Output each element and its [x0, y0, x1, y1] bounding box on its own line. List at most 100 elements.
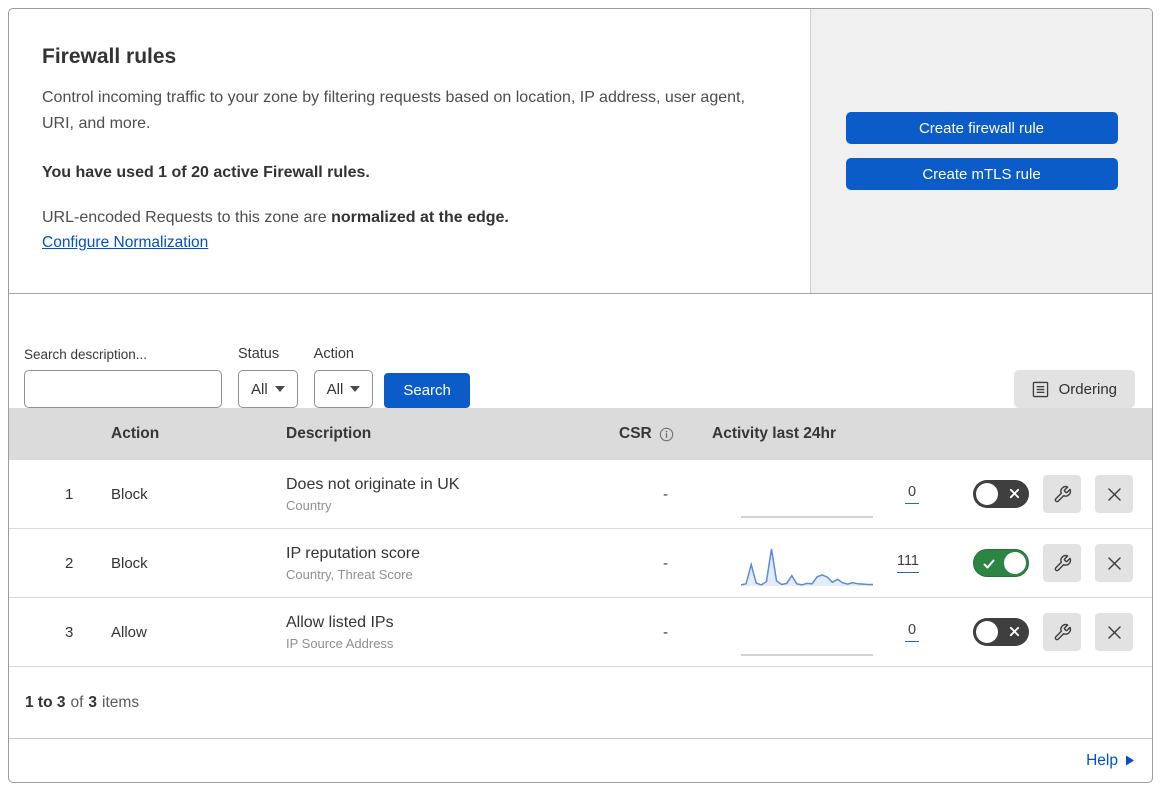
action-value: All — [326, 380, 344, 398]
rule-activity-cell: 0 — [704, 606, 929, 658]
rule-csr-value: - — [663, 554, 668, 572]
firewall-rules-card: Firewall rules Control incoming traffic … — [8, 8, 1153, 783]
chevron-down-icon — [350, 386, 361, 392]
activity-count-link[interactable]: 0 — [905, 484, 919, 504]
rule-toggle[interactable] — [973, 549, 1029, 577]
x-icon — [1009, 626, 1020, 637]
rule-activity-cell: 0 — [704, 468, 929, 520]
x-icon — [1107, 625, 1121, 639]
csr-header-label: CSR — [619, 425, 652, 442]
results-summary: 1 to 3 of 3 items — [9, 667, 1152, 739]
create-firewall-rule-button[interactable]: Create firewall rule — [845, 112, 1118, 144]
normalization-note: URL-encoded Requests to this zone are no… — [42, 209, 780, 227]
results-of: of — [70, 693, 84, 711]
configure-normalization-link[interactable]: Configure Normalization — [42, 234, 208, 252]
results-total: 3 — [88, 693, 98, 711]
delete-rule-button[interactable] — [1095, 475, 1133, 513]
filter-bar: Search description... Status All Action … — [9, 294, 1152, 408]
status-filter-group: Status All — [238, 346, 298, 408]
status-dropdown[interactable]: All — [238, 370, 298, 408]
wrench-icon — [1054, 554, 1071, 571]
table-row: 2 Block IP reputation score Country, Thr… — [9, 529, 1152, 598]
x-icon — [1107, 556, 1121, 570]
action-label: Action — [313, 346, 354, 362]
toggle-knob — [976, 483, 998, 505]
header-section: Firewall rules Control incoming traffic … — [9, 9, 1152, 294]
csr-column-header: CSR — [611, 425, 704, 443]
rule-match-fields: Country — [286, 497, 332, 513]
search-field[interactable] — [24, 370, 242, 408]
triangle-right-icon — [1126, 755, 1134, 766]
search-label: Search description... — [24, 347, 148, 362]
rule-description: IP reputation score — [286, 544, 421, 562]
rule-action: Block — [111, 485, 148, 503]
edit-rule-button[interactable] — [1043, 544, 1081, 582]
rule-match-fields: Country, Threat Score — [286, 566, 413, 582]
wrench-icon — [1054, 623, 1071, 640]
rule-description: Allow listed IPs — [286, 613, 394, 631]
rule-activity-cell: 111 — [704, 537, 929, 589]
delete-rule-button[interactable] — [1095, 544, 1133, 582]
help-label: Help — [1086, 751, 1118, 769]
table-header: Action Description CSR Activity last 24h… — [9, 408, 1152, 460]
rule-description-cell: IP reputation score Country, Threat Scor… — [286, 545, 611, 582]
normalization-bold: normalized at the edge. — [331, 209, 509, 226]
description-column-header: Description — [286, 425, 372, 442]
rule-match-fields: IP Source Address — [286, 635, 394, 651]
action-filter-group: Action All — [313, 346, 374, 408]
page-description: Control incoming traffic to your zone by… — [42, 89, 745, 132]
action-column-header: Action — [111, 425, 160, 442]
toggle-knob — [1004, 552, 1026, 574]
table-body: 1 Block Does not originate in UK Country… — [9, 460, 1152, 667]
rule-description-cell: Allow listed IPs IP Source Address — [286, 614, 611, 651]
activity-count-link[interactable]: 111 — [896, 553, 919, 573]
rule-controls — [929, 544, 1152, 582]
help-link[interactable]: Help — [1086, 752, 1134, 770]
normalization-prefix: URL-encoded Requests to this zone are — [42, 209, 332, 226]
info-icon[interactable] — [659, 427, 674, 442]
wrench-icon — [1054, 485, 1071, 502]
rule-controls — [929, 475, 1152, 513]
edit-rule-button[interactable] — [1043, 613, 1081, 651]
search-group: Search description... — [24, 347, 242, 408]
rule-priority: 3 — [65, 623, 74, 641]
rule-controls — [929, 613, 1152, 651]
activity-sparkline — [741, 654, 873, 656]
rule-description-cell: Does not originate in UK Country — [286, 476, 611, 513]
status-label: Status — [238, 346, 280, 362]
rule-priority: 2 — [65, 554, 74, 572]
x-icon — [1107, 487, 1121, 501]
activity-sparkline — [741, 516, 873, 518]
header-text-block: Firewall rules Control incoming traffic … — [9, 9, 810, 293]
rule-priority: 1 — [65, 485, 74, 503]
check-icon — [983, 559, 995, 569]
delete-rule-button[interactable] — [1095, 613, 1133, 651]
edit-rule-button[interactable] — [1043, 475, 1081, 513]
help-bar: Help — [9, 739, 1152, 782]
rule-description: Does not originate in UK — [286, 475, 460, 493]
table-row: 1 Block Does not originate in UK Country… — [9, 460, 1152, 529]
search-input[interactable] — [43, 380, 242, 398]
list-document-icon — [1032, 381, 1048, 397]
rule-csr-value: - — [663, 623, 668, 641]
usage-note: You have used 1 of 20 active Firewall ru… — [42, 164, 370, 181]
results-items: items — [102, 693, 140, 711]
ordering-button[interactable]: Ordering — [1013, 370, 1135, 408]
results-range: 1 to 3 — [25, 693, 66, 711]
rule-action: Block — [111, 554, 148, 572]
page-title: Firewall rules — [42, 45, 177, 68]
activity-count-link[interactable]: 0 — [905, 622, 919, 642]
rule-csr-value: - — [663, 485, 668, 503]
x-icon — [1009, 488, 1020, 499]
chevron-down-icon — [274, 386, 285, 392]
rule-toggle[interactable] — [973, 480, 1029, 508]
create-mtls-rule-button[interactable]: Create mTLS rule — [845, 158, 1118, 190]
actions-side-panel: Create firewall rule Create mTLS rule — [810, 9, 1152, 293]
search-button[interactable]: Search — [384, 373, 470, 408]
activity-sparkline — [741, 548, 873, 586]
action-dropdown[interactable]: All — [313, 370, 374, 408]
table-row: 3 Allow Allow listed IPs IP Source Addre… — [9, 598, 1152, 667]
rule-toggle[interactable] — [973, 618, 1029, 646]
rule-action: Allow — [111, 623, 147, 641]
toggle-knob — [976, 621, 998, 643]
